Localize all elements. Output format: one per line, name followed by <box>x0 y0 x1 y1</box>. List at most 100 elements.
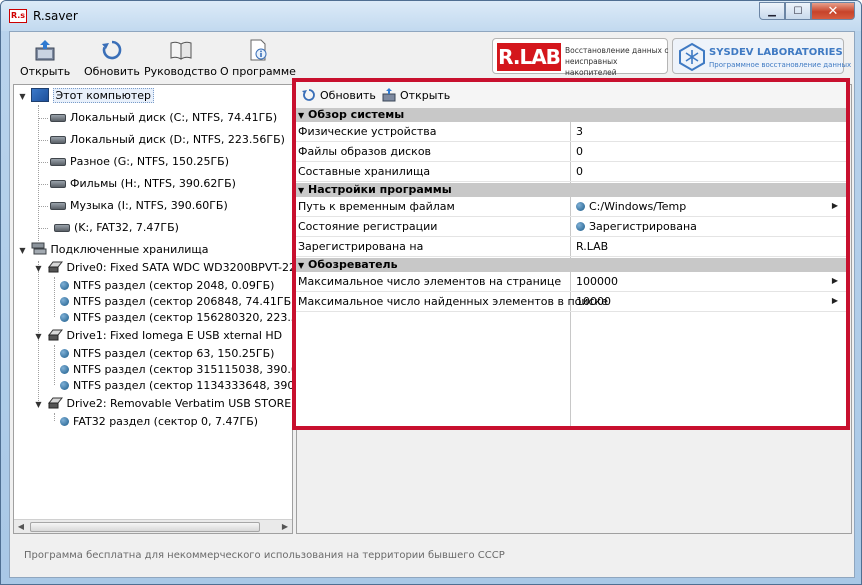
category-system-overview[interactable]: ▼ Обзор системы <box>296 108 846 122</box>
expand-arrow-icon[interactable]: ▶ <box>832 201 838 210</box>
tree-guide <box>54 413 55 421</box>
tree-guide <box>38 184 48 185</box>
tree-item-drive[interactable]: ▼ Drive2: Removable Verbatim USB STORE N… <box>34 395 292 413</box>
partition-icon <box>60 297 69 306</box>
minimize-button[interactable]: ▁ <box>759 2 785 20</box>
disk-icon <box>50 136 66 144</box>
collapse-icon[interactable]: ▼ <box>18 92 27 101</box>
property-row[interactable]: Зарегистрирована на R.LAB <box>296 237 846 257</box>
tree-horizontal-scrollbar[interactable]: ◀ ▶ <box>14 519 292 533</box>
scroll-right-icon[interactable]: ▶ <box>278 520 292 533</box>
status-bar: Программа бесплатна для некоммерческого … <box>18 540 848 572</box>
property-value-text: Зарегистрирована <box>589 220 697 233</box>
partition-icon <box>60 313 69 322</box>
properties-refresh-label: Обновить <box>320 89 376 102</box>
collapse-icon[interactable]: ▼ <box>34 400 43 409</box>
computer-icon <box>30 88 49 102</box>
tree-item-label: Drive1: Fixed Iomega E USB xternal HD <box>66 329 283 342</box>
tree-item-this-computer[interactable]: ▼ Этот компьютер <box>18 87 154 105</box>
tree-item-label: Этот компьютер <box>52 88 154 103</box>
guide-button[interactable]: Руководство <box>144 38 217 78</box>
property-value: 10000 <box>576 295 611 308</box>
property-row[interactable]: Максимальное число элементов на странице… <box>296 272 846 292</box>
collapse-icon[interactable]: ▼ <box>34 264 43 273</box>
sysdev-logo-tagline: Программное восстановление данных <box>709 61 852 69</box>
device-tree: ▼ Этот компьютер Локальный диск (C:, NTF… <box>14 85 292 519</box>
tree-item-drive[interactable]: ▼ Drive1: Fixed Iomega E USB xternal HD <box>34 327 282 345</box>
property-name: Максимальное число элементов на странице <box>298 275 562 288</box>
tree-item-drive[interactable]: ▼ Drive0: Fixed SATA WDC WD3200BPVT-22JJ <box>34 259 292 277</box>
tree-item-label: Фильмы (H:, NTFS, 390.62ГБ) <box>70 177 236 190</box>
scrollbar-thumb[interactable] <box>30 522 260 532</box>
property-row[interactable]: Файлы образов дисков 0 <box>296 142 846 162</box>
collapse-icon[interactable]: ▼ <box>18 246 27 255</box>
rlab-logo[interactable]: R.LAB Восстановление данных с неисправны… <box>492 38 669 77</box>
property-row[interactable]: Состояние регистрации Зарегистрирована <box>296 217 846 237</box>
tree-item-partition[interactable]: FAT32 раздел (сектор 0, 7.47ГБ) <box>60 413 258 431</box>
tree-guide <box>38 206 48 207</box>
properties-refresh-button[interactable]: Обновить <box>302 88 376 102</box>
app-icon: R.s <box>9 9 27 23</box>
property-row[interactable]: Путь к временным файлам C:/Windows/Temp … <box>296 197 846 217</box>
client-area: Открыть Обновить Руководство О программе… <box>9 31 855 578</box>
tree-item-volume[interactable]: Локальный диск (D:, NTFS, 223.56ГБ) <box>34 131 285 149</box>
refresh-button[interactable]: Обновить <box>84 38 140 78</box>
tree-item-label: (K:, FAT32, 7.47ГБ) <box>74 221 179 234</box>
properties-open-button[interactable]: Открыть <box>382 88 450 102</box>
main-toolbar: Открыть Обновить Руководство О программе… <box>10 32 854 84</box>
property-row[interactable]: Максимальное число найденных элементов в… <box>296 292 846 312</box>
rlab-logo-mark: R.LAB <box>497 43 561 71</box>
tree-item-label: NTFS раздел (сектор 1134333648, 390.6 <box>73 379 292 392</box>
tree-item-label: Локальный диск (D:, NTFS, 223.56ГБ) <box>70 133 285 146</box>
partition-icon <box>60 349 69 358</box>
category-title: Настройки программы <box>308 183 452 196</box>
property-row[interactable]: Составные хранилища 0 <box>296 162 846 182</box>
close-button[interactable]: ✕ <box>811 2 855 20</box>
tree-item-volume[interactable]: Музыка (I:, NTFS, 390.60ГБ) <box>34 197 228 215</box>
sysdev-logo[interactable]: SYSDEV LABORATORIES Программное восстано… <box>672 38 851 74</box>
property-row[interactable]: Физические устройства 3 <box>296 122 846 142</box>
rlab-logo-tagline: Восстановление данных с неисправных нако… <box>565 46 669 77</box>
open-icon <box>382 88 396 102</box>
property-name: Состояние регистрации <box>298 220 438 233</box>
properties-toolbar: Обновить Открыть <box>296 82 846 108</box>
partition-icon <box>60 381 69 390</box>
tree-item-label: Разное (G:, NTFS, 150.25ГБ) <box>70 155 230 168</box>
tree-item-label: NTFS раздел (сектор 315115038, 390.62 <box>73 363 292 376</box>
tree-item-volume[interactable]: (K:, FAT32, 7.47ГБ) <box>34 219 179 237</box>
maximize-button[interactable]: ☐ <box>785 2 811 20</box>
property-name: Зарегистрирована на <box>298 240 424 253</box>
property-value: R.LAB <box>576 240 609 253</box>
open-label: Открыть <box>20 65 71 78</box>
expand-arrow-icon[interactable]: ▶ <box>832 276 838 285</box>
collapse-icon[interactable]: ▼ <box>296 109 308 123</box>
property-value: C:/Windows/Temp <box>576 200 686 213</box>
collapse-icon[interactable]: ▼ <box>296 259 308 273</box>
category-program-settings[interactable]: ▼ Настройки программы <box>296 183 846 197</box>
info-bullet-icon <box>576 222 585 231</box>
property-name: Путь к временным файлам <box>298 200 455 213</box>
about-button[interactable]: О программе <box>220 38 296 78</box>
property-grid: ▼ Обзор системы Физические устройства 3 Ф… <box>296 108 846 426</box>
disk-icon <box>50 202 66 210</box>
category-browser[interactable]: ▼ Обозреватель <box>296 258 846 272</box>
refresh-label: Обновить <box>84 65 140 78</box>
tree-item-volume[interactable]: Локальный диск (C:, NTFS, 74.41ГБ) <box>34 109 277 127</box>
tree-item-label: NTFS раздел (сектор 156280320, 223.56 <box>73 311 292 324</box>
device-tree-panel[interactable]: ▼ Этот компьютер Локальный диск (C:, NTF… <box>13 84 293 534</box>
collapse-icon[interactable]: ▼ <box>296 184 308 198</box>
tree-item-connected-storages[interactable]: ▼ Подключенные хранилища <box>18 241 209 259</box>
about-label: О программе <box>220 65 296 78</box>
scroll-left-icon[interactable]: ◀ <box>14 520 28 533</box>
title-bar[interactable]: R.s R.saver ▁ ☐ ✕ <box>1 1 861 31</box>
tree-item-label: NTFS раздел (сектор 63, 150.25ГБ) <box>73 347 275 360</box>
tree-item-volume[interactable]: Фильмы (H:, NTFS, 390.62ГБ) <box>34 175 236 193</box>
open-button[interactable]: Открыть <box>20 38 70 78</box>
collapse-icon[interactable]: ▼ <box>34 332 43 341</box>
tree-item-partition[interactable]: NTFS раздел (сектор 156280320, 223.56 <box>60 309 292 327</box>
tree-item-partition[interactable]: NTFS раздел (сектор 1134333648, 390.6 <box>60 377 292 395</box>
tree-item-label: Drive2: Removable Verbatim USB STORE N G <box>66 397 293 410</box>
expand-arrow-icon[interactable]: ▶ <box>832 296 838 305</box>
tree-item-label: FAT32 раздел (сектор 0, 7.47ГБ) <box>73 415 259 428</box>
tree-item-volume[interactable]: Разное (G:, NTFS, 150.25ГБ) <box>34 153 229 171</box>
